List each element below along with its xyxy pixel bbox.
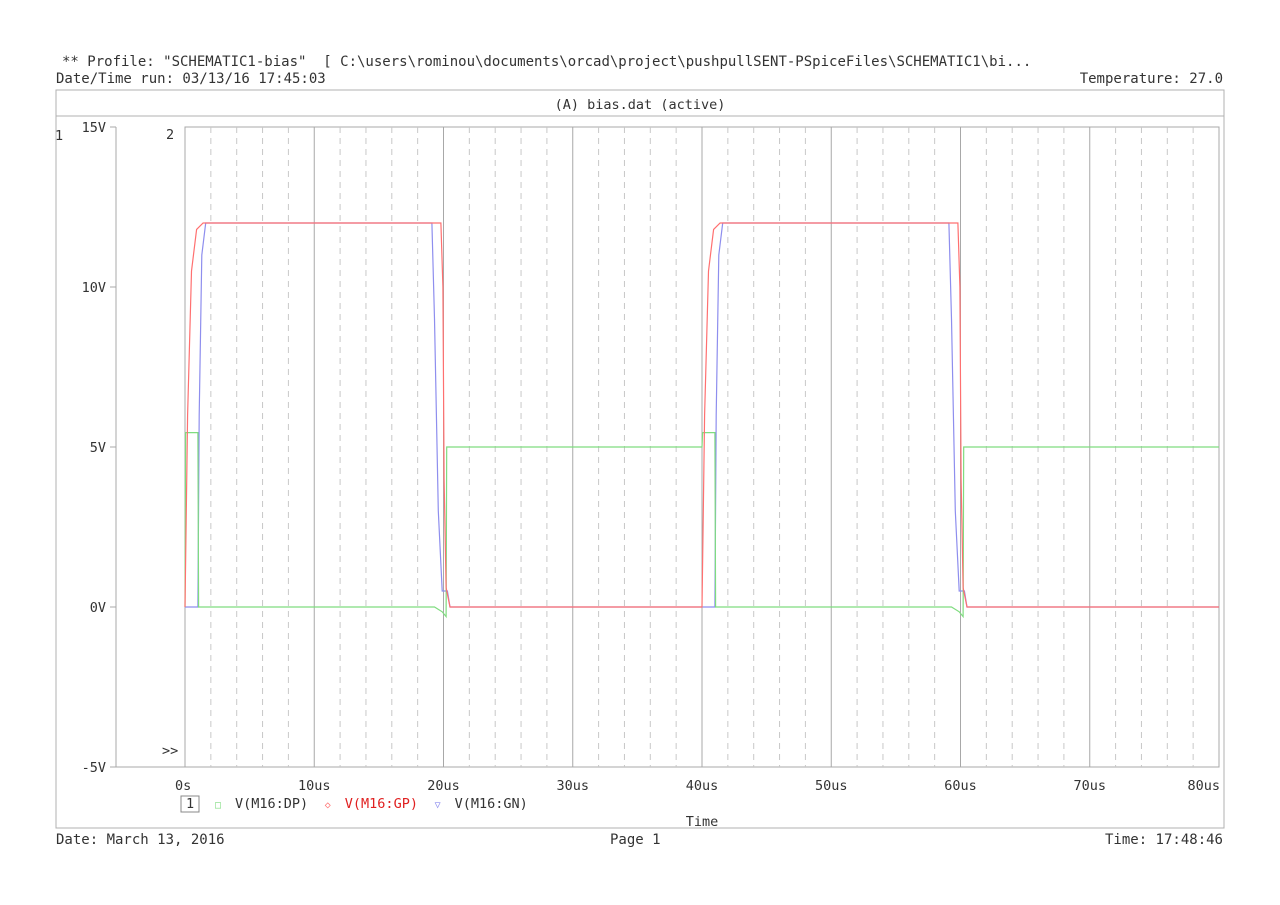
legend-axis-id: 1	[186, 796, 194, 812]
plot-window-frame	[55, 89, 1225, 829]
y-tick-label: 15V	[82, 120, 106, 136]
axis-1-label: 1	[55, 128, 63, 144]
axis-2-label: 2	[166, 127, 174, 143]
x-tick-label: 0s	[175, 778, 191, 794]
x-axis-label: Time	[686, 814, 719, 830]
legend-symbol: ◇	[325, 800, 331, 811]
footer-time: Time: 17:48:46	[1104, 832, 1223, 848]
plot-title: (A) bias.dat (active)	[555, 97, 726, 113]
x-tick-label: 70us	[1073, 778, 1106, 794]
x-tick-label: 40us	[686, 778, 719, 794]
simulation-plot: 15V 10V 5V 0V -5V 0s 10us 20us 30us 40us 50us 60us 7…	[55, 89, 1225, 830]
legend: 1 □ V(M16:DP) ◇ V(M16:GP) ▽ V(M16:GN)	[180, 795, 528, 813]
footer-page: Page 1	[610, 832, 661, 848]
legend-entry[interactable]: V(M16:DP)	[235, 796, 308, 812]
x-tick-label: 60us	[944, 778, 977, 794]
legend-entry[interactable]: V(M16:GP)	[345, 796, 418, 812]
plot-marker[interactable]: >>	[162, 743, 178, 759]
x-tick-label: 50us	[815, 778, 848, 794]
y-tick-label: 0V	[90, 600, 106, 616]
x-tick-label: 30us	[556, 778, 589, 794]
legend-symbol: □	[215, 800, 221, 811]
legend-entry[interactable]: V(M16:GN)	[455, 796, 528, 812]
y-tick-label: 5V	[90, 440, 106, 456]
x-tick-label: 20us	[427, 778, 460, 794]
y-tick-label: 10V	[82, 280, 106, 296]
y-tick-label: -5V	[82, 760, 106, 776]
legend-symbol: ▽	[435, 800, 441, 811]
x-tick-label: 10us	[298, 778, 331, 794]
footer-date: Date: March 13, 2016	[56, 832, 225, 848]
x-tick-label: 80us	[1187, 778, 1220, 794]
